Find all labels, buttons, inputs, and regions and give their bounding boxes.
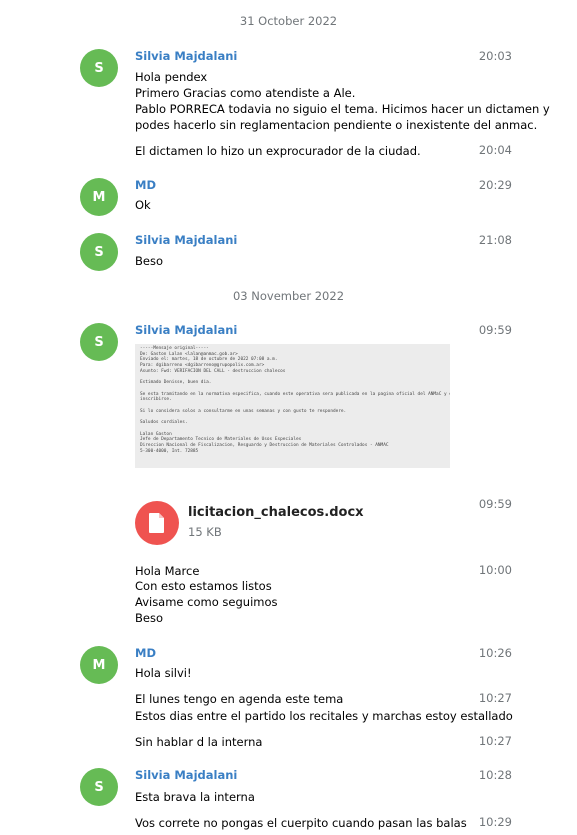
message-time: 10:27 [478,691,512,705]
avatar[interactable]: S [80,768,118,806]
image-attachment[interactable]: -----Mensaje original----- De: Gaston La… [135,344,450,468]
file-name[interactable]: licitacion_chalecos.docx [188,505,364,520]
message-time: 20:04 [478,143,512,157]
message-time: 10:00 [478,563,512,577]
document-glyph [149,513,164,533]
message-text: Ok [135,198,151,212]
image-text-line: 5-300-4000, Int. 72885 [140,448,199,454]
file-size: 15 KB [188,525,222,539]
message-time: 20:29 [478,178,512,192]
message-text: Hola pendex [135,70,208,84]
message-time: 20:03 [478,49,512,63]
message-text: Sin hablar d la interna [135,735,263,749]
message-text: Beso [135,611,163,625]
sender-name[interactable]: Silvia Majdalani [135,323,237,337]
date-separator: 31 October 2022 [239,14,338,28]
message-text: Pablo PORRECA todavia no siguio el tema.… [135,102,550,116]
sender-name[interactable]: Silvia Majdalani [135,768,237,782]
message-text: Estos dias entre el partido los recitale… [135,709,513,723]
sender-name[interactable]: Silvia Majdalani [135,49,237,63]
message-time: 21:08 [478,233,512,247]
avatar[interactable]: M [80,646,118,684]
message-text: Vos correte no pongas el cuerpito cuando… [135,816,467,830]
message-text: Beso [135,254,163,268]
document-icon[interactable] [135,501,179,545]
message-text: Primero Gracias como atendiste a Ale. [135,86,356,100]
message-time: 10:27 [478,734,512,748]
sender-name[interactable]: MD [135,646,156,660]
message-text: podes hacerlo sin reglamentacion pendien… [135,118,538,132]
sender-name[interactable]: MD [135,178,156,192]
avatar[interactable]: S [80,233,118,271]
avatar[interactable]: S [80,323,118,361]
message-text: Esta brava la interna [135,790,255,804]
image-text-line: Se esta tramitando en la normativa espec… [140,391,450,397]
date-separator: 03 November 2022 [232,289,345,303]
message-text: El lunes tengo en agenda este tema [135,692,344,706]
message-text: Hola silvi! [135,666,192,680]
message-time: 10:26 [478,646,512,660]
sender-name[interactable]: Silvia Majdalani [135,233,237,247]
message-time: 09:59 [478,323,512,337]
message-time: 10:28 [478,768,512,782]
message-text: Con esto estamos listos [135,579,272,593]
avatar[interactable]: S [80,49,118,87]
avatar[interactable]: M [80,178,118,216]
message-text: Avisame como seguimos [135,595,278,609]
message-time: 10:29 [478,815,512,829]
message-time: 09:59 [478,497,512,511]
message-text: El dictamen lo hizo un exprocurador de l… [135,144,421,158]
